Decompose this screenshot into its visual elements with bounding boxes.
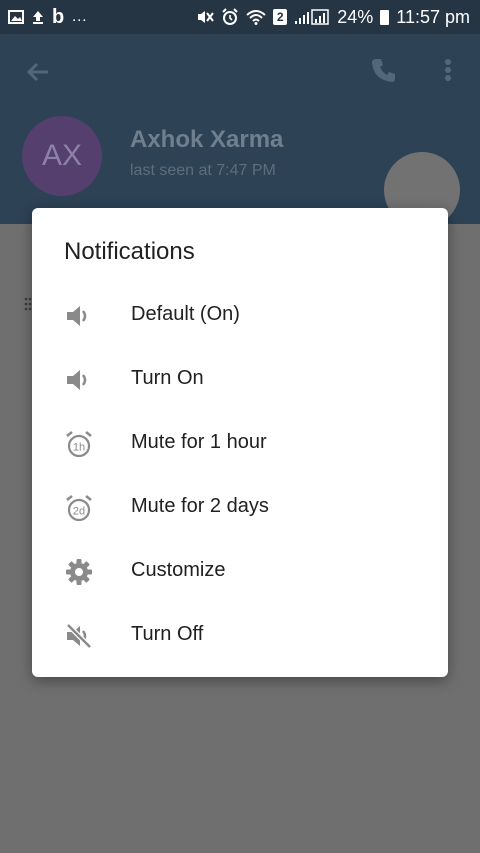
alarm-2d-badge: 2d (73, 506, 85, 518)
speaker-muted-icon (66, 623, 92, 649)
alarm-1h-badge: 1h (73, 442, 85, 454)
drag-handle-icon (24, 296, 32, 312)
image-notification-icon (8, 10, 24, 24)
upload-icon (33, 11, 43, 24)
menu-item-label: Turn On (131, 367, 204, 389)
speaker-icon (67, 306, 87, 326)
status-right: 2 24% 11:57 pm (196, 7, 470, 28)
more-notifications-indicator: … (71, 8, 88, 25)
contact-name[interactable]: Axhok Xarma (130, 126, 283, 154)
phone-icon[interactable] (368, 54, 400, 86)
alarm-1h-icon: 1h (66, 431, 92, 458)
more-options-icon[interactable] (432, 54, 464, 86)
notifications-dialog: Notifications Default (On) Turn On 1h Mu… (32, 208, 448, 677)
menu-item-label: Mute for 1 hour (131, 431, 267, 453)
wifi-icon (246, 10, 266, 25)
menu-item-turn-on[interactable]: Turn On (32, 347, 448, 411)
clock: 11:57 pm (396, 6, 470, 27)
menu-item-mute-2-days[interactable]: 2d Mute for 2 days (32, 475, 448, 539)
menu-item-customize[interactable]: Customize (32, 539, 448, 603)
avatar[interactable]: AX (22, 116, 102, 196)
signal-icon (295, 9, 329, 25)
battery-icon (380, 9, 390, 25)
status-bar: b … 2 24% 11:57 pm (0, 0, 480, 34)
menu-item-label: Mute for 2 days (131, 495, 269, 517)
alarm-status-icon (222, 8, 238, 25)
dialog-title: Notifications (64, 238, 195, 265)
menu-item-mute-1-hour[interactable]: 1h Mute for 1 hour (32, 411, 448, 475)
menu-item-turn-off[interactable]: Turn Off (32, 603, 448, 667)
menu-item-label: Customize (131, 559, 226, 581)
bitmoji-notification-icon: b (52, 5, 65, 28)
menu-item-label: Turn Off (131, 623, 204, 645)
back-arrow-icon[interactable] (22, 56, 54, 88)
mute-vibrate-icon (198, 11, 215, 23)
alarm-2d-icon: 2d (66, 495, 92, 522)
status-left: b … (8, 6, 87, 29)
battery-percent: 24% (337, 6, 374, 27)
last-seen-status: last seen at 7:47 PM (130, 162, 276, 179)
menu-item-label: Default (On) (131, 303, 240, 325)
menu-item-default-on[interactable]: Default (On) (32, 283, 448, 347)
sim-indicator: 2 (273, 9, 288, 25)
gear-icon (66, 559, 92, 585)
speaker-icon (67, 370, 87, 390)
